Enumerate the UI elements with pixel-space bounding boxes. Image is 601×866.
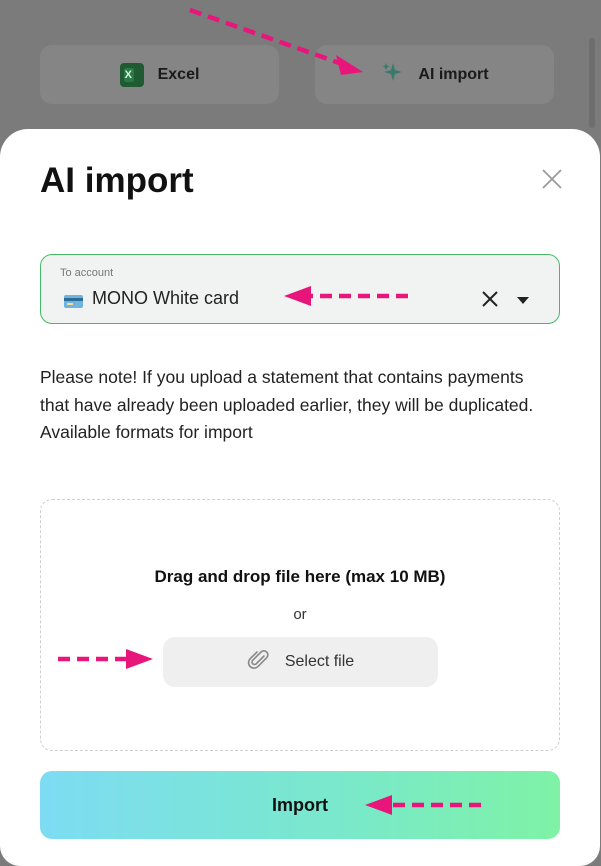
scrollbar[interactable]: [589, 38, 595, 128]
clear-selection-icon[interactable]: [480, 289, 500, 309]
excel-button-label: Excel: [157, 65, 200, 83]
to-account-value: MONO White card: [92, 288, 240, 308]
import-button-label: Import: [272, 794, 328, 815]
ai-import-modal: AI import To account MONO White card Ple…: [0, 129, 600, 866]
dropzone-title: Drag and drop file here (max 10 MB): [154, 567, 446, 586]
to-account-select[interactable]: To account MONO White card: [40, 254, 560, 324]
excel-import-button[interactable]: Excel: [40, 45, 279, 104]
import-note: Please note! If you upload a statement t…: [40, 367, 534, 442]
chevron-down-icon[interactable]: [515, 293, 531, 305]
to-account-label: To account: [60, 267, 114, 279]
import-button[interactable]: Import: [40, 771, 560, 839]
card-icon: [64, 295, 83, 308]
sparkle-icon: [380, 60, 404, 89]
select-file-button[interactable]: Select file: [163, 637, 438, 687]
paperclip-icon: [247, 648, 271, 677]
modal-title: AI import: [40, 161, 194, 200]
dropzone-or: or: [293, 606, 307, 623]
ai-import-button-label: AI import: [418, 65, 489, 83]
file-dropzone[interactable]: Drag and drop file here (max 10 MB) or S…: [40, 499, 560, 751]
close-icon[interactable]: [540, 167, 564, 191]
select-file-label: Select file: [284, 653, 355, 670]
ai-import-button[interactable]: AI import: [315, 45, 554, 104]
excel-icon: [119, 62, 144, 87]
